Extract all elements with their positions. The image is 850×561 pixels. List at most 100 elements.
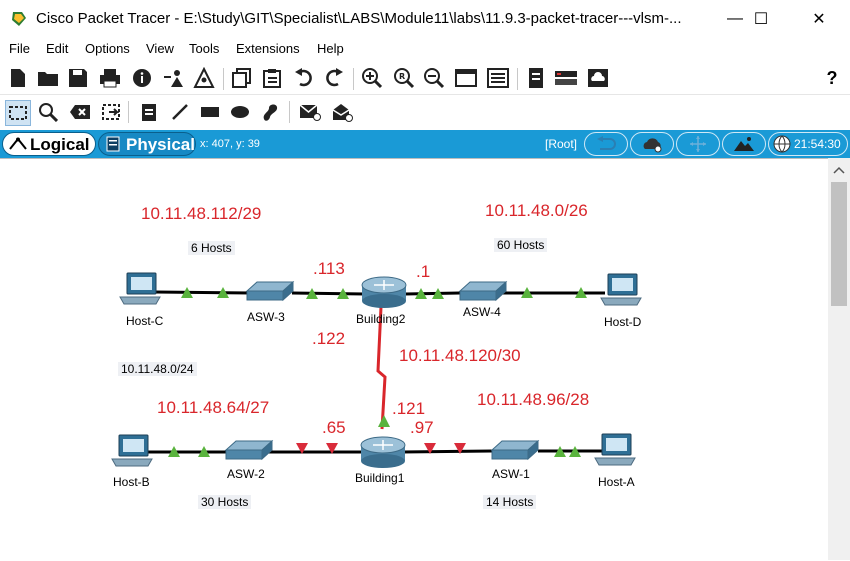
note-address-block[interactable]: 10.11.48.0/24 (118, 362, 197, 376)
subnet-label-asw1: 10.11.48.96/28 (477, 390, 590, 409)
main-toolbar: R ? (0, 62, 850, 95)
place-note-icon[interactable] (137, 100, 161, 124)
pdu-list-icon[interactable] (524, 66, 548, 90)
interface-label-121: .121 (392, 399, 426, 418)
subnet-label-asw2: 10.11.48.64/27 (157, 398, 270, 417)
menu-file[interactable]: File (9, 41, 30, 56)
maximize-button[interactable]: ☐ (738, 0, 784, 38)
menu-extensions[interactable]: Extensions (236, 41, 300, 56)
device-label-asw3[interactable]: ASW-3 (247, 310, 285, 324)
copy-icon[interactable] (230, 66, 254, 90)
menu-view[interactable]: View (146, 41, 174, 56)
interface-label-97: .97 (410, 418, 434, 437)
simulation-clock: 21:54:30 (794, 137, 841, 151)
device-label-host-a[interactable]: Host-A (598, 475, 635, 489)
scroll-up-arrow-icon[interactable] (833, 166, 845, 174)
building1-router-icon (360, 436, 406, 468)
subnet-label-asw3: 10.11.48.112/29 (141, 204, 262, 223)
note-60-hosts[interactable]: 60 Hosts (494, 238, 548, 252)
scrollbar-thumb[interactable] (831, 182, 847, 306)
note-30-hosts[interactable]: 30 Hosts (198, 495, 252, 509)
subnet-label-asw4: 10.11.48.0/26 (485, 201, 588, 220)
note-6-hosts[interactable]: 6 Hosts (188, 241, 235, 255)
redo-icon[interactable] (322, 66, 346, 90)
host-b-pc-icon (111, 434, 153, 467)
device-label-asw2[interactable]: ASW-2 (227, 467, 265, 481)
zoom-out-icon[interactable] (422, 66, 446, 90)
workspace-view-bar: Logical Physical x: 407, y: 39 [Root] 21… (0, 130, 850, 158)
device-label-host-b[interactable]: Host-B (113, 475, 150, 489)
svg-text:R: R (399, 72, 405, 81)
device-label-host-d[interactable]: Host-D (604, 315, 641, 329)
draw-line-icon[interactable] (168, 100, 192, 124)
interface-label-65: .65 (322, 418, 346, 437)
back-button[interactable] (584, 132, 628, 156)
info-icon[interactable] (130, 66, 154, 90)
activity-wizard-icon[interactable] (162, 66, 186, 90)
interface-label-1: .1 (416, 262, 431, 281)
menu-edit[interactable]: Edit (46, 41, 68, 56)
tab-physical[interactable]: Physical (98, 132, 196, 156)
delete-tool-icon[interactable] (68, 100, 92, 124)
help-question-icon[interactable]: ? (820, 66, 844, 90)
globe-clock-icon (773, 135, 791, 153)
title-bar[interactable]: Cisco Packet Tracer - E:\Study\GIT\Speci… (0, 0, 850, 38)
open-folder-icon[interactable] (36, 66, 60, 90)
window-title: Cisco Packet Tracer - E:\Study\GIT\Speci… (36, 10, 682, 27)
new-cluster-button[interactable] (630, 132, 674, 156)
link-building1-asw1 (401, 449, 493, 454)
device-label-asw4[interactable]: ASW-4 (463, 305, 501, 319)
add-complex-pdu-icon[interactable] (330, 100, 354, 124)
select-tool-icon[interactable] (5, 100, 31, 126)
menu-bar: File Edit Options View Tools Extensions … (0, 38, 850, 60)
move-arrows-icon (690, 136, 706, 152)
tab-logical-label: Logical (30, 135, 90, 154)
subnet-label-serial: 10.11.48.120/30 (399, 346, 521, 365)
resize-tool-icon[interactable] (99, 100, 123, 124)
close-button[interactable]: ✕ (796, 0, 842, 38)
tab-physical-label: Physical (126, 135, 195, 154)
network-info-icon[interactable] (192, 66, 216, 90)
zoom-reset-icon[interactable]: R (392, 66, 416, 90)
custom-devices-icon[interactable] (486, 66, 510, 90)
packet-tracer-app-icon (12, 12, 26, 26)
inspect-tool-icon[interactable] (36, 100, 60, 124)
note-14-hosts[interactable]: 14 Hosts (483, 495, 537, 509)
link-asw3-building2 (291, 291, 366, 296)
paste-icon[interactable] (260, 66, 284, 90)
tab-logical[interactable]: Logical (2, 132, 96, 156)
menu-tools[interactable]: Tools (189, 41, 219, 56)
move-object-button[interactable] (676, 132, 720, 156)
vertical-scrollbar[interactable] (828, 158, 850, 560)
building2-router-icon (361, 276, 407, 308)
add-simple-pdu-icon[interactable] (298, 100, 322, 124)
logical-workspace-canvas[interactable]: 10.11.48.112/29 10.11.48.0/26 .113 .1 .1… (0, 158, 828, 561)
link-building2-asw4 (404, 291, 461, 296)
logical-view-icon (9, 137, 27, 150)
network-device-icon[interactable] (554, 66, 578, 90)
save-icon[interactable] (66, 66, 90, 90)
device-label-asw1[interactable]: ASW-1 (492, 467, 530, 481)
interface-label-113: .113 (313, 259, 345, 278)
draw-ellipse-icon[interactable] (228, 100, 252, 124)
zoom-in-icon[interactable] (360, 66, 384, 90)
asw-3-switch-icon (245, 280, 295, 302)
link-hostc-asw3 (154, 290, 251, 295)
new-file-icon[interactable] (6, 66, 30, 90)
root-breadcrumb[interactable]: [Root] (545, 137, 577, 151)
device-label-building1[interactable]: Building1 (355, 471, 404, 485)
menu-options[interactable]: Options (85, 41, 130, 56)
cloud-device-icon[interactable] (586, 66, 610, 90)
draw-rectangle-icon[interactable] (198, 100, 222, 124)
device-label-building2[interactable]: Building2 (356, 312, 405, 326)
set-background-button[interactable] (722, 132, 766, 156)
drawing-palette-icon[interactable] (454, 66, 478, 90)
device-label-host-c[interactable]: Host-C (126, 314, 163, 328)
interface-label-122: .122 (312, 329, 346, 348)
physical-view-icon (106, 136, 120, 152)
print-icon[interactable] (98, 66, 122, 90)
freeform-tool-icon[interactable] (258, 100, 282, 124)
undo-icon[interactable] (292, 66, 316, 90)
menu-help[interactable]: Help (317, 41, 344, 56)
cloud-cluster-icon (643, 138, 662, 153)
